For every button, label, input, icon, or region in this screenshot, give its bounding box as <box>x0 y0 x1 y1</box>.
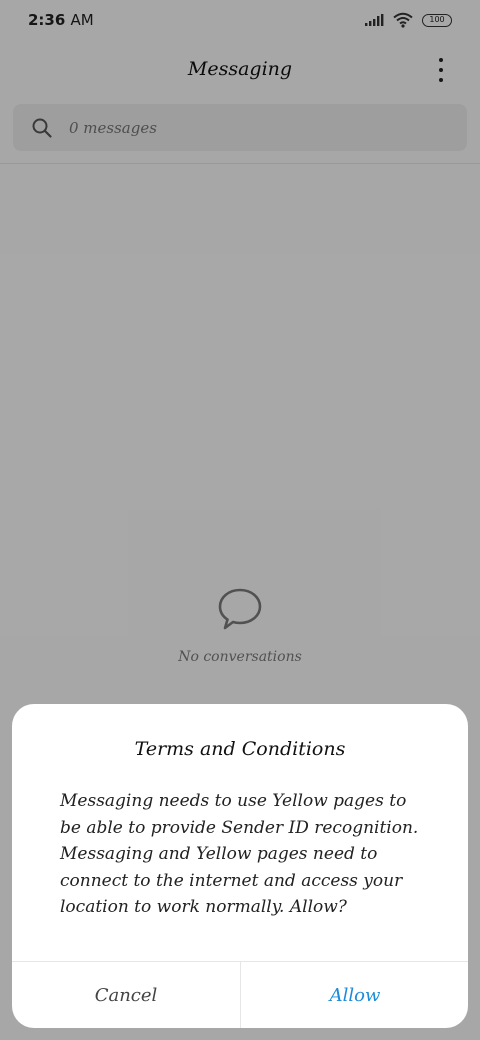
allow-button[interactable]: Allow <box>241 962 468 1028</box>
dialog-message: Messaging needs to use Yellow pages to b… <box>60 791 419 917</box>
dialog-title: Terms and Conditions <box>134 738 346 760</box>
terms-dialog: Terms and Conditions Messaging needs to … <box>12 704 468 1028</box>
cancel-button[interactable]: Cancel <box>12 962 240 1028</box>
